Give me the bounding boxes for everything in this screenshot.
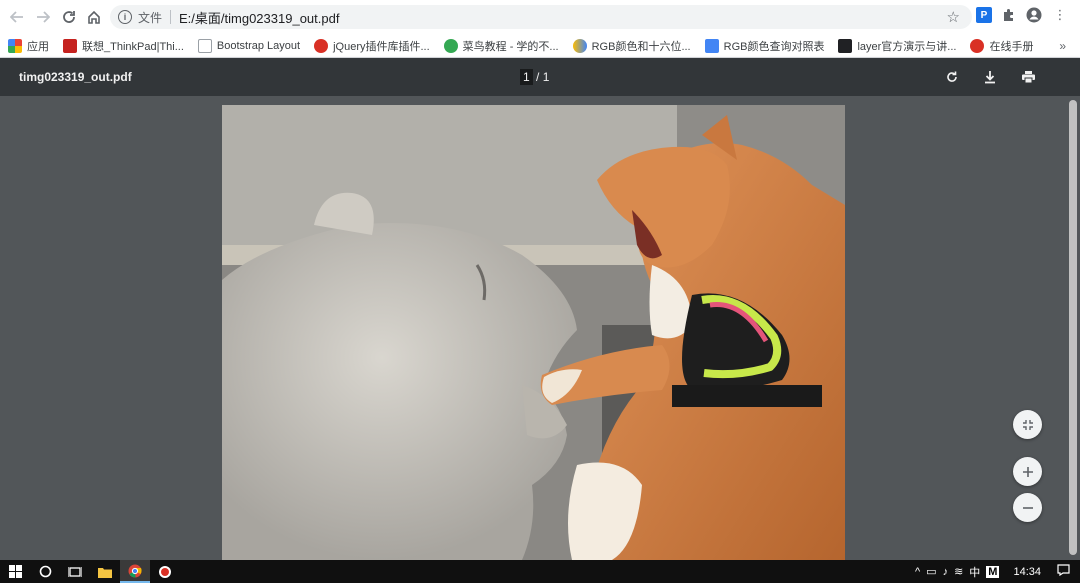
minus-icon [1022, 506, 1033, 509]
battery-icon[interactable]: ▭ [926, 565, 936, 578]
fit-page-icon [1022, 419, 1033, 430]
zoom-out-button[interactable] [1013, 493, 1042, 522]
menu-kebab-icon[interactable]: ⋮ [1050, 5, 1070, 25]
bookmarks-bar: 应用 联想_ThinkPad|Thi... Bootstrap Layout j… [0, 34, 1080, 58]
file-explorer-button[interactable] [90, 560, 120, 583]
volume-icon[interactable]: ♪ [943, 566, 949, 578]
profile-avatar-icon[interactable] [1024, 5, 1044, 25]
bookmark-item-layer[interactable]: layer官方演示与讲... [838, 38, 956, 54]
notification-center-icon[interactable] [1057, 564, 1070, 579]
zoom-in-button[interactable] [1013, 457, 1042, 486]
bookmark-label: layer官方演示与讲... [857, 40, 957, 53]
bookmark-label: 联想_ThinkPad|Thi... [82, 40, 184, 53]
chrome-taskbar-button[interactable] [120, 560, 150, 583]
apps-grid-icon [8, 38, 22, 53]
print-button[interactable] [1018, 67, 1038, 87]
system-tray: ^ ▭ ♪ ≋ 中 M 14:34 [915, 560, 1080, 583]
forward-button[interactable] [30, 4, 56, 30]
bookmark-item-runoob[interactable]: 菜鸟教程 - 学的不... [443, 38, 559, 54]
page-total: / 1 [536, 70, 550, 84]
back-button[interactable] [4, 4, 30, 30]
bookmark-item-bootstrap[interactable]: Bootstrap Layout [197, 38, 301, 53]
pdf-toolbar: timg023319_out.pdf 1 / 1 [0, 58, 1080, 96]
plus-icon [1022, 466, 1033, 477]
bookmark-item-online-manual[interactable]: 在线手册 [970, 38, 1033, 54]
bookmark-label: 应用 [27, 40, 49, 53]
show-hidden-icons-chevron-icon[interactable]: ^ [915, 566, 920, 578]
shiba-and-statue-photo [222, 105, 845, 560]
color-favicon-icon [572, 38, 587, 53]
lenovo-favicon-icon [63, 38, 77, 53]
windows-logo-icon [8, 565, 22, 578]
reload-button[interactable] [56, 4, 82, 30]
manual-favicon-icon [970, 38, 985, 53]
print-icon [1021, 71, 1035, 84]
pdf-title: timg023319_out.pdf [19, 70, 132, 84]
task-view-icon [68, 566, 82, 577]
bookmark-star-icon[interactable]: ☆ [947, 8, 960, 26]
extensions-area: P ⋮ [976, 5, 1080, 25]
pdf-extension-icon[interactable]: P [976, 7, 992, 23]
scrollbar-thumb[interactable] [1069, 100, 1077, 555]
arrow-right-icon [37, 11, 50, 23]
bookmark-item-jquery[interactable]: jQuery插件库插件... [314, 38, 430, 54]
bookmark-label: 在线手册 [989, 40, 1034, 53]
jquery-favicon-icon [314, 38, 329, 53]
current-page-input[interactable]: 1 [520, 69, 533, 85]
layout-favicon-icon [197, 38, 212, 53]
ime-indicator[interactable]: 中 [969, 564, 980, 580]
bookmark-item-lenovo[interactable]: 联想_ThinkPad|Thi... [63, 38, 184, 54]
folder-icon [98, 567, 112, 578]
chart-favicon-icon [704, 38, 719, 53]
bookmark-item-rgb-hex[interactable]: RGB颜色和十六位... [572, 38, 691, 54]
download-button[interactable] [980, 67, 1000, 87]
bookmark-item-apps[interactable]: 应用 [8, 38, 49, 54]
viewer-scrollbar[interactable] [1066, 96, 1080, 560]
pdf-page-image [222, 105, 845, 560]
task-view-button[interactable] [60, 560, 90, 583]
arrow-left-icon [10, 11, 23, 23]
m-app-badge[interactable]: M [986, 565, 1000, 578]
chrome-icon [128, 564, 142, 578]
search-button[interactable] [30, 560, 60, 583]
wifi-icon[interactable]: ≋ [954, 565, 963, 578]
clock[interactable]: 14:34 [1013, 566, 1041, 578]
home-button[interactable] [81, 4, 107, 30]
page-indicator: 1 / 1 [520, 69, 550, 85]
bookmarks-overflow-chevron-icon[interactable]: » [1059, 39, 1066, 53]
runoob-favicon-icon [443, 38, 458, 53]
rotate-icon [947, 71, 957, 82]
bookmark-label: jQuery插件库插件... [333, 40, 430, 53]
scheme-label: 文件 [138, 10, 163, 25]
start-button[interactable] [0, 560, 30, 583]
url-text[interactable]: E:/桌面/timg023319_out.pdf [179, 8, 339, 27]
bookmark-label: 菜鸟教程 - 学的不... [462, 40, 559, 53]
bookmark-label: RGB颜色查询对照表 [723, 40, 825, 53]
bookmark-label: Bootstrap Layout [216, 39, 301, 52]
address-bar[interactable]: i 文件 E:/桌面/timg023319_out.pdf ☆ [110, 5, 972, 29]
bookmark-label: RGB颜色和十六位... [591, 40, 691, 53]
record-icon [159, 565, 171, 578]
browser-toolbar: i 文件 E:/桌面/timg023319_out.pdf ☆ P ⋮ [0, 0, 1080, 34]
download-icon [985, 71, 995, 84]
rotate-button[interactable] [942, 67, 962, 87]
cortana-circle-icon [39, 565, 51, 578]
info-icon[interactable]: i [118, 10, 132, 24]
bookmark-item-rgb-table[interactable]: RGB颜色查询对照表 [704, 38, 825, 54]
home-icon [88, 10, 100, 24]
windows-taskbar: ^ ▭ ♪ ≋ 中 M 14:34 [0, 560, 1080, 583]
recorder-app-button[interactable] [150, 560, 180, 583]
reload-icon [63, 11, 75, 23]
layer-favicon-icon [838, 38, 853, 53]
fit-to-page-button[interactable] [1013, 410, 1042, 439]
puzzle-extensions-icon[interactable] [998, 5, 1018, 25]
omnibox-separator [170, 10, 172, 24]
